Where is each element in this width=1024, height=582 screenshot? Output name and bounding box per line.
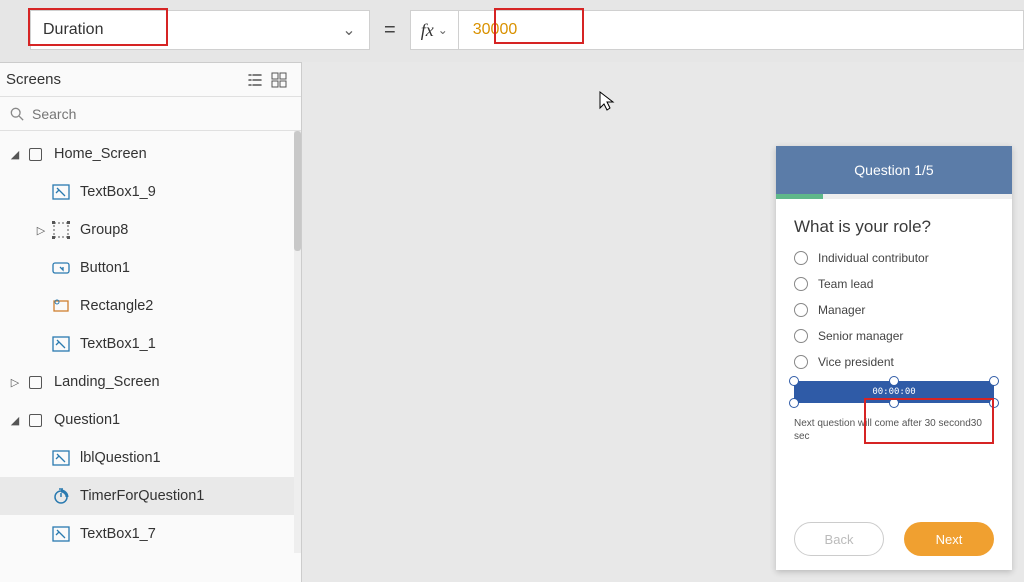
tree-item-textbox17[interactable]: TextBox1_7 <box>0 515 301 553</box>
option-row[interactable]: Manager <box>794 303 994 317</box>
option-row[interactable]: Team lead <box>794 277 994 291</box>
property-label: Duration <box>31 21 329 39</box>
textbox-icon <box>50 447 72 469</box>
timer-control[interactable]: 00:00:00 <box>794 381 994 403</box>
question-body: What is your role? Individual contributo… <box>776 199 1012 369</box>
tree-screen-landing[interactable]: ▷ Landing_Screen <box>0 363 301 401</box>
textbox-icon <box>50 181 72 203</box>
option-row[interactable]: Vice president <box>794 355 994 369</box>
chevron-down-icon: ⌄ <box>329 20 369 40</box>
screen-icon <box>24 409 46 431</box>
panel-title: Screens <box>6 71 243 88</box>
screens-panel: Screens ◢ Home_Screen TextBox1_9 ▷ Group… <box>0 62 302 582</box>
tree-item-rectangle2[interactable]: Rectangle2 <box>0 287 301 325</box>
selection-handle[interactable] <box>889 376 899 386</box>
list-view-icon[interactable] <box>243 68 267 92</box>
chevron-right-icon: ▷ <box>32 224 50 237</box>
fx-icon: fx <box>421 20 434 41</box>
tree-screen-home[interactable]: ◢ Home_Screen <box>0 135 301 173</box>
radio-icon <box>794 251 808 265</box>
phone-preview: Question 1/5 What is your role? Individu… <box>776 146 1012 570</box>
search-row <box>0 97 301 131</box>
chevron-down-icon: ◢ <box>6 148 24 161</box>
option-row[interactable]: Individual contributor <box>794 251 994 265</box>
formula-value: 30000 <box>473 21 518 39</box>
button-icon <box>50 257 72 279</box>
radio-icon <box>794 329 808 343</box>
cursor-icon <box>598 90 616 112</box>
timer-icon <box>50 485 72 507</box>
property-dropdown[interactable]: Duration ⌄ <box>30 10 370 50</box>
formula-input[interactable]: 30000 <box>459 10 1024 50</box>
preview-header: Question 1/5 <box>776 146 1012 194</box>
screen-icon <box>24 143 46 165</box>
equals-sign: = <box>384 19 396 42</box>
tree-item-button1[interactable]: Button1 <box>0 249 301 287</box>
next-button[interactable]: Next <box>904 522 994 556</box>
tree-view: ◢ Home_Screen TextBox1_9 ▷ Group8 Button… <box>0 131 301 553</box>
group-icon <box>50 219 72 241</box>
tree-screen-question1[interactable]: ◢ Question1 <box>0 401 301 439</box>
screen-icon <box>24 371 46 393</box>
search-input[interactable] <box>32 106 291 122</box>
panel-header: Screens <box>0 63 301 97</box>
textbox-icon <box>50 333 72 355</box>
radio-icon <box>794 355 808 369</box>
radio-icon <box>794 277 808 291</box>
scrollbar-thumb[interactable] <box>294 131 301 251</box>
chevron-right-icon: ▷ <box>6 376 24 389</box>
selection-handle[interactable] <box>989 398 999 408</box>
tree-item-timer[interactable]: TimerForQuestion1 <box>0 477 301 515</box>
selection-handle[interactable] <box>789 376 799 386</box>
canvas[interactable]: Question 1/5 What is your role? Individu… <box>302 62 1024 582</box>
button-row: Back Next <box>776 522 1012 556</box>
question-title: What is your role? <box>794 217 994 237</box>
chevron-down-icon: ⌄ <box>438 23 448 37</box>
tree-item-lblquestion1[interactable]: lblQuestion1 <box>0 439 301 477</box>
textbox-icon <box>50 523 72 545</box>
formula-bar: Duration ⌄ = fx ⌄ 30000 <box>0 10 1024 50</box>
back-button[interactable]: Back <box>794 522 884 556</box>
selection-handle[interactable] <box>989 376 999 386</box>
chevron-down-icon: ◢ <box>6 414 24 427</box>
selection-handle[interactable] <box>789 398 799 408</box>
rectangle-icon <box>50 295 72 317</box>
tree-item-textbox11[interactable]: TextBox1_1 <box>0 325 301 363</box>
tree-item-textbox19[interactable]: TextBox1_9 <box>0 173 301 211</box>
grid-view-icon[interactable] <box>267 68 291 92</box>
fx-button[interactable]: fx ⌄ <box>410 10 459 50</box>
helper-text: Next question will come after 30 second3… <box>776 411 1012 449</box>
selection-handle[interactable] <box>889 398 899 408</box>
option-row[interactable]: Senior manager <box>794 329 994 343</box>
tree-item-group8[interactable]: ▷ Group8 <box>0 211 301 249</box>
radio-icon <box>794 303 808 317</box>
search-icon <box>10 107 24 121</box>
